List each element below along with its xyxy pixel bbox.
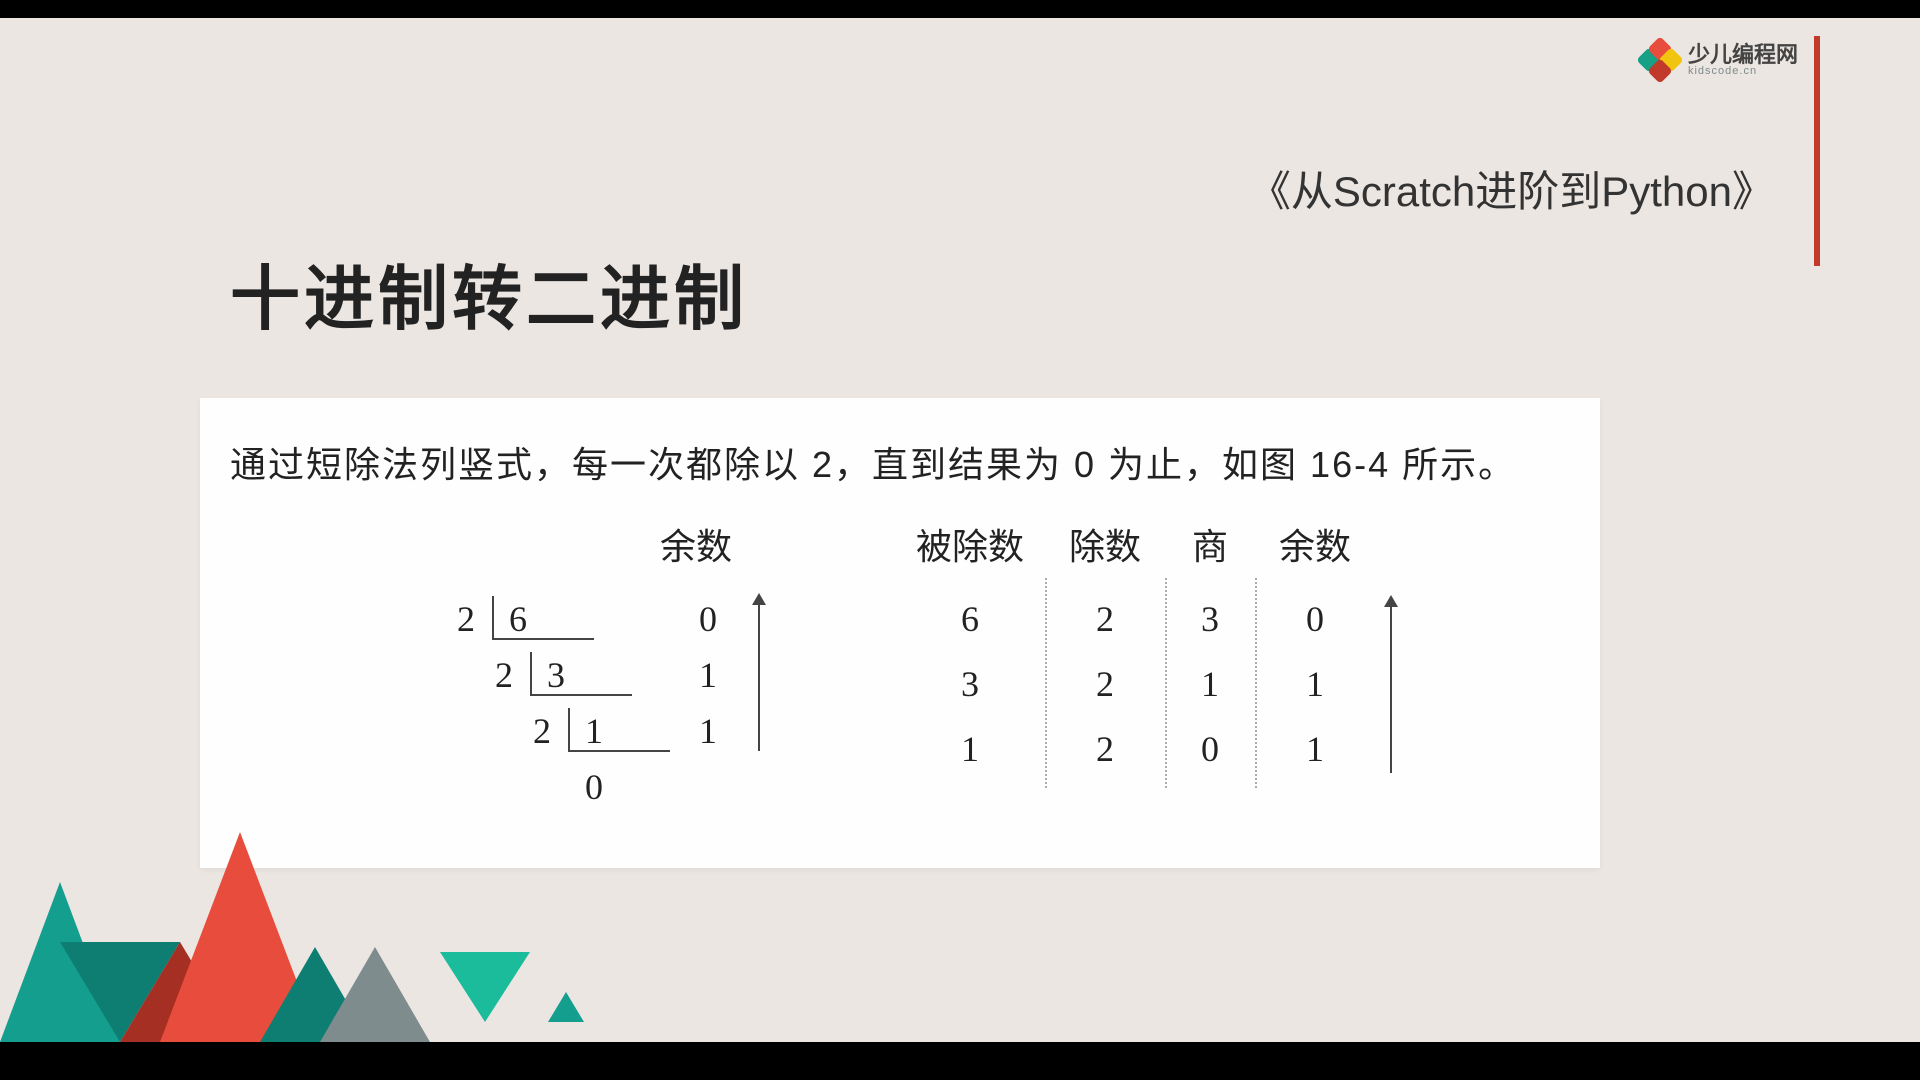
cell-r3c2: 2 [1070,728,1140,770]
triangle-icon [440,952,530,1022]
remainder-1: 0 [692,598,724,640]
divisor-1: 2 [450,598,482,640]
cell-r1c3: 3 [1175,598,1245,640]
cell-r2c3: 1 [1175,663,1245,705]
col-sep-3 [1255,578,1257,788]
remainder-3: 1 [692,710,724,752]
cell-r2c4: 1 [1280,663,1350,705]
short-division-diagram: 余数 2 6 0 2 3 1 2 1 1 0 [450,518,900,838]
cell-r3c4: 1 [1280,728,1350,770]
divisor-2: 2 [488,654,520,696]
division-table: 被除数 除数 商 余数 6 2 3 0 3 2 1 1 1 2 0 1 [900,518,1520,818]
logo-name: 少儿编程网 [1688,44,1798,66]
th-dividend: 被除数 [900,518,1040,570]
dividend-3: 1 [578,710,610,752]
logo: 少儿编程网 kidscode.cn [1640,40,1798,80]
cell-r3c3: 0 [1175,728,1245,770]
explanation-text: 通过短除法列竖式，每一次都除以 2，直到结果为 0 为止，如图 16-4 所示。 [230,436,1516,488]
remainder-2: 1 [692,654,724,696]
logo-text: 少儿编程网 kidscode.cn [1688,44,1798,77]
logo-domain: kidscode.cn [1688,66,1798,77]
th-remainder: 余数 [1260,518,1370,570]
accent-bar [1814,36,1820,266]
arrow-up-icon [758,596,760,751]
triangle-icon [548,992,584,1022]
cell-r3c1: 1 [935,728,1005,770]
th-divisor: 除数 [1050,518,1160,570]
decorative-shapes [0,812,600,1042]
cell-r1c1: 6 [935,598,1005,640]
arrow-up-icon [1390,598,1392,773]
th-quotient: 商 [1170,518,1250,570]
logo-icon [1640,40,1680,80]
cell-r1c2: 2 [1070,598,1140,640]
col-sep-1 [1045,578,1047,788]
dividend-1: 6 [502,598,534,640]
series-title: 《从Scratch进阶到Python》 [1249,158,1774,219]
col-sep-2 [1165,578,1167,788]
cell-r2c1: 3 [935,663,1005,705]
divisor-3: 2 [526,710,558,752]
triangle-icon [320,947,430,1042]
slide: 少儿编程网 kidscode.cn 《从Scratch进阶到Python》 十进… [0,18,1920,1042]
final-quotient: 0 [578,766,610,808]
page-title: 十进制转二进制 [230,243,748,344]
cell-r2c2: 2 [1070,663,1140,705]
content-panel: 通过短除法列竖式，每一次都除以 2，直到结果为 0 为止，如图 16-4 所示。… [200,398,1600,868]
dividend-2: 3 [540,654,572,696]
remainder-header: 余数 [660,518,732,570]
cell-r1c4: 0 [1280,598,1350,640]
